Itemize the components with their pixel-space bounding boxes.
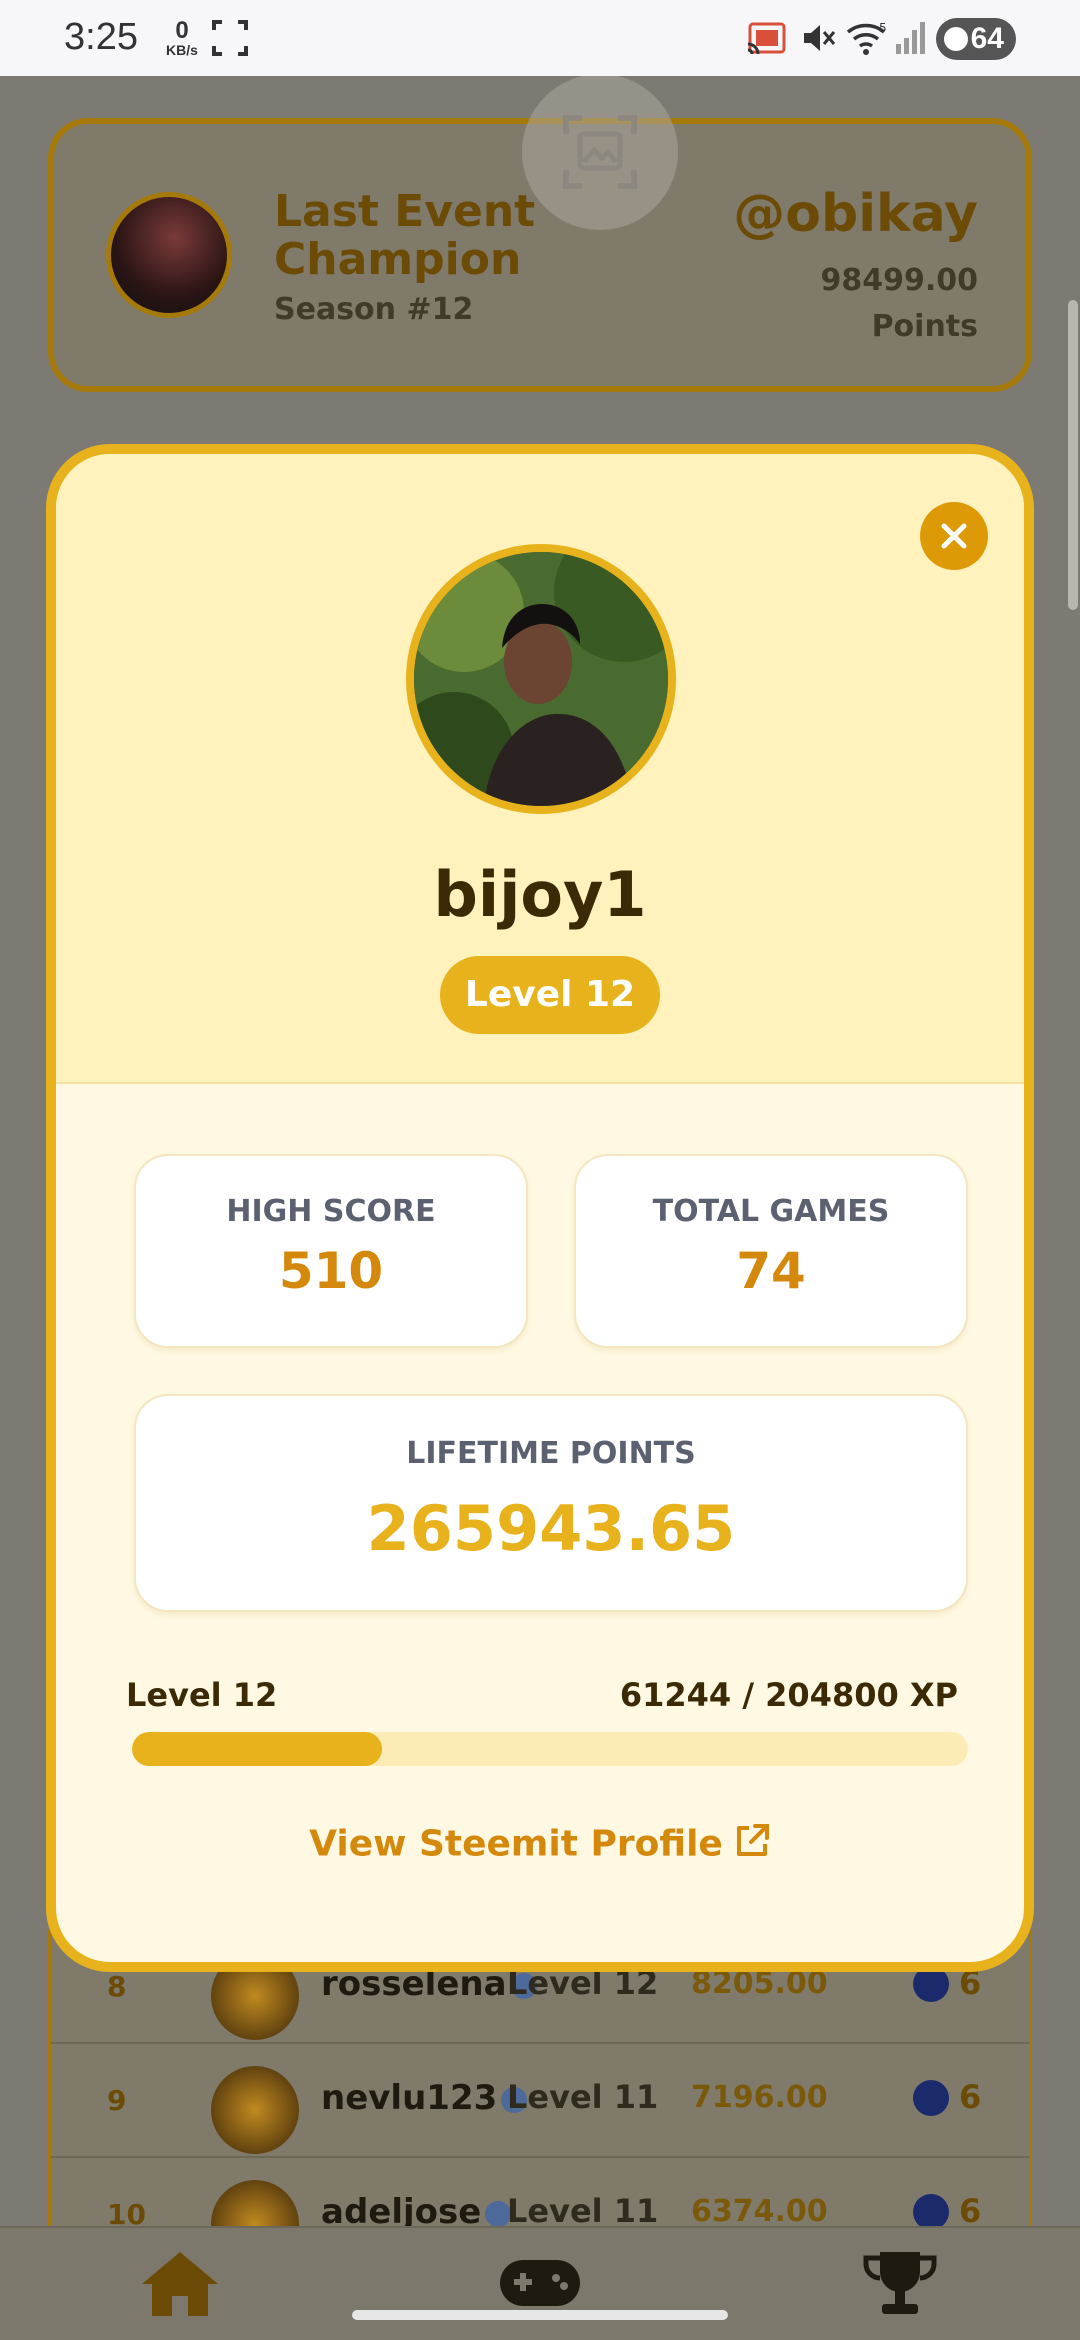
lifetime-points-label: LIFETIME POINTS (406, 1436, 696, 1471)
gesture-bar[interactable] (352, 2310, 728, 2320)
xp-level-label: Level 12 (126, 1676, 278, 1714)
champion-handle: @obikay (733, 184, 978, 244)
row-level: Level 11 (507, 2078, 659, 2116)
row-count: 6 (959, 2192, 982, 2230)
screenshot-frame-icon (212, 20, 248, 60)
wifi-badge: 5 (879, 21, 887, 35)
close-icon (941, 523, 967, 549)
trophy-icon[interactable] (860, 2248, 940, 2324)
bottom-navigation (0, 2226, 1080, 2340)
xp-progress-fill (132, 1732, 382, 1766)
mute-icon (800, 20, 836, 60)
row-rank: 9 (107, 2084, 127, 2117)
network-speed-value: 0 (175, 17, 189, 44)
champion-points-label: Points (871, 309, 978, 344)
row-avatar (211, 2066, 299, 2154)
champion-points-value: 98499.00 (820, 263, 978, 298)
close-button[interactable] (920, 502, 988, 570)
row-level: Level 11 (507, 2192, 659, 2230)
xp-count: 61244 / 204800 XP (619, 1676, 958, 1714)
lifetime-points-card: LIFETIME POINTS 265943.65 (134, 1394, 968, 1612)
row-count: 6 (959, 2078, 982, 2116)
profile-avatar (406, 544, 676, 814)
champion-avatar (106, 192, 232, 318)
high-score-card: HIGH SCORE 510 (134, 1154, 528, 1348)
status-time: 3:25 (64, 16, 138, 58)
page-scrollbar[interactable] (1068, 300, 1078, 610)
signal-icon (894, 20, 926, 60)
view-steemit-profile-link[interactable]: View Steemit Profile (56, 1822, 1024, 1869)
xp-progress-bar (132, 1732, 968, 1766)
wifi-icon: 5 (846, 20, 890, 60)
high-score-value: 510 (278, 1242, 384, 1300)
row-rank: 8 (107, 1970, 127, 2003)
leaderboard-row[interactable]: 9 nevlu123 Level 11 7196.00 6 (51, 2044, 1029, 2158)
row-points: 7196.00 (691, 2080, 828, 2115)
high-score-label: HIGH SCORE (226, 1194, 436, 1229)
champion-season: Season #12 (274, 292, 474, 327)
total-games-value: 74 (736, 1242, 806, 1300)
row-username: nevlu123 (321, 2078, 528, 2118)
lifetime-points-value: 265943.65 (366, 1492, 736, 1565)
total-games-card: TOTAL GAMES 74 (574, 1154, 968, 1348)
status-bar: 3:25 0 KB/s 5 64 (0, 0, 1080, 76)
row-points: 6374.00 (691, 2194, 828, 2229)
network-speed-unit: KB/s (166, 42, 198, 58)
profile-header: bijoy1 Level 12 (56, 454, 1024, 1084)
leaderboard-list: 8 rosselena Level 12 8205.00 6 9 nevlu12… (48, 1930, 1032, 2272)
level-badge: Level 12 (440, 956, 660, 1034)
profile-username: bijoy1 (433, 858, 647, 931)
steem-coin-icon (913, 2194, 949, 2230)
image-scan-icon (563, 115, 637, 189)
home-icon[interactable] (138, 2248, 222, 2324)
external-link-icon (733, 1822, 771, 1869)
champion-points: 98499.00 Points (820, 258, 978, 350)
steemit-link-label: View Steemit Profile (309, 1823, 723, 1865)
screen-capture-button[interactable] (522, 74, 678, 230)
battery-saver-icon (944, 27, 968, 51)
cast-icon (746, 20, 788, 62)
network-speed: 0 KB/s (160, 17, 204, 59)
battery-level: 64 (970, 22, 1004, 55)
steem-coin-icon (913, 2080, 949, 2116)
player-profile-modal: bijoy1 Level 12 HIGH SCORE 510 TOTAL GAM… (46, 444, 1034, 1972)
total-games-label: TOTAL GAMES (652, 1194, 890, 1229)
battery-indicator: 64 (936, 18, 1016, 60)
